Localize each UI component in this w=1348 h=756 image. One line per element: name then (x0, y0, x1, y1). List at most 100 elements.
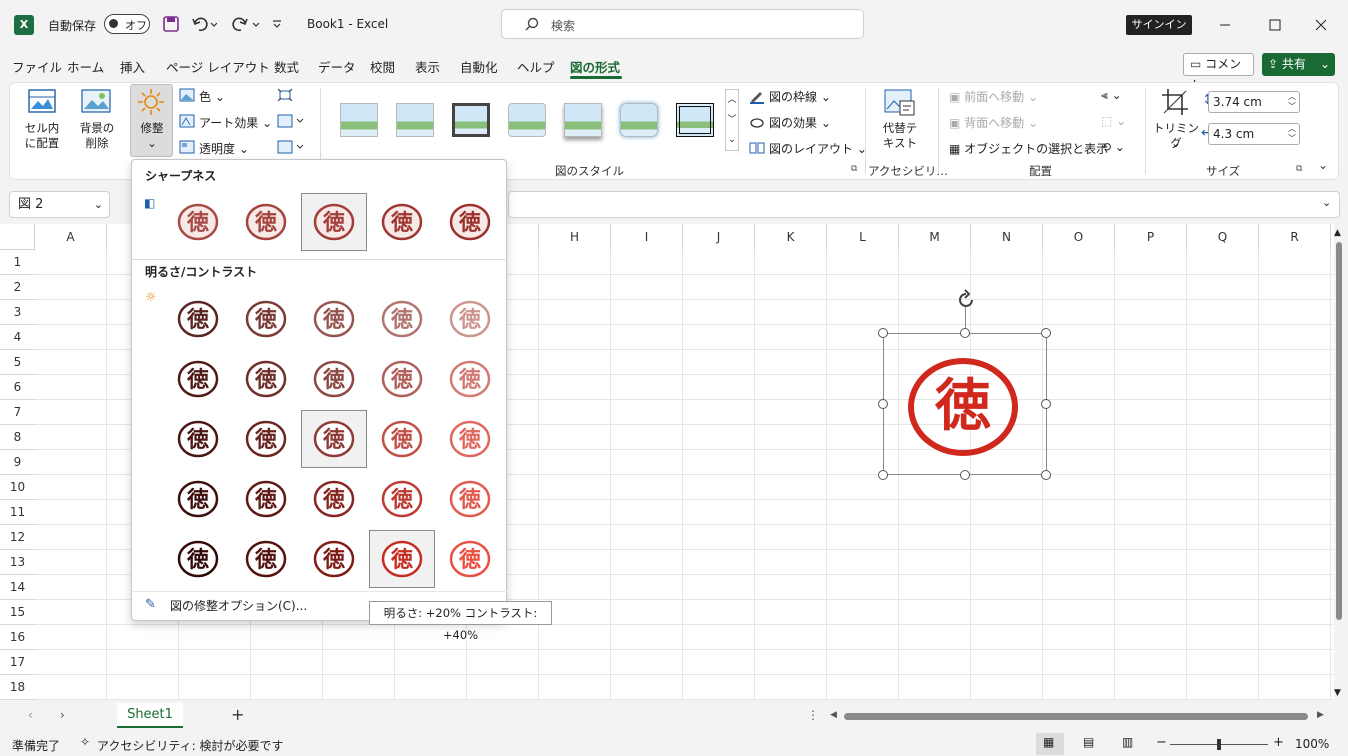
next-sheet-icon[interactable]: › (60, 708, 65, 722)
height-input[interactable]: 3.74 cm ︿ ﹀ (1208, 91, 1300, 113)
picture-style-3[interactable] (452, 103, 490, 137)
column-header-i[interactable]: I (611, 224, 683, 250)
zoom-slider-thumb[interactable] (1217, 739, 1221, 750)
resize-handle-nw[interactable] (878, 328, 888, 338)
comment-button[interactable]: ▭ コメント (1183, 53, 1254, 92)
page-layout-view-icon[interactable]: ▤ (1083, 735, 1094, 749)
brightness-contrast-option[interactable]: 徳 (437, 290, 503, 348)
picture-correction-options-link[interactable]: 図の修整オプション(C)... (170, 597, 307, 614)
tab-home[interactable]: ホーム (67, 57, 104, 76)
scroll-up-icon[interactable]: ▲ (1334, 228, 1341, 238)
close-icon[interactable] (1314, 18, 1328, 32)
zoom-level[interactable]: 100% (1295, 737, 1329, 751)
group-objects-button[interactable]: ⬚ ⌄ (1101, 114, 1126, 128)
sharpness-option[interactable]: 徳 (369, 193, 435, 251)
brightness-contrast-option[interactable]: 徳 (437, 410, 503, 468)
tab-page-layout[interactable]: ページ レイアウト (166, 57, 270, 76)
brightness-contrast-option[interactable]: 徳 (165, 350, 231, 408)
column-header-j[interactable]: J (683, 224, 755, 250)
add-sheet-icon[interactable]: + (231, 705, 244, 724)
name-box[interactable]: 図 2 ⌄ (9, 191, 110, 218)
change-picture-icon[interactable] (277, 114, 305, 128)
alt-text-button[interactable]: 代替テキスト (878, 121, 922, 151)
align-button[interactable]: ⫷ ⌄ (1101, 88, 1122, 103)
tab-insert[interactable]: 挿入 (120, 57, 145, 76)
row-header-7[interactable]: 7 (0, 400, 35, 425)
tab-review[interactable]: 校閲 (370, 57, 395, 76)
tab-data[interactable]: データ (318, 57, 356, 76)
gallery-scroll[interactable]: ︿ ﹀ ⌄ (725, 89, 739, 151)
sheet-tab-sheet1[interactable]: Sheet1 (117, 703, 183, 728)
picture-effects-button[interactable]: 図の効果 ⌄ (769, 114, 831, 131)
row-header-4[interactable]: 4 (0, 325, 35, 350)
brightness-contrast-option[interactable]: 徳 (233, 410, 299, 468)
column-header-l[interactable]: L (827, 224, 899, 250)
column-header-n[interactable]: N (971, 224, 1043, 250)
search-input[interactable]: 検索 (501, 9, 864, 39)
tab-help[interactable]: ヘルプ (517, 57, 555, 76)
row-header-11[interactable]: 11 (0, 500, 35, 525)
expand-formula-bar-icon[interactable]: ⌄ (1322, 196, 1331, 209)
brightness-contrast-option[interactable]: 徳 (369, 470, 435, 528)
brightness-contrast-option[interactable]: 徳 (233, 530, 299, 588)
column-header-h[interactable]: H (539, 224, 611, 250)
picture-style-7[interactable] (676, 103, 714, 137)
autosave-toggle[interactable]: オフ (104, 14, 150, 34)
brightness-contrast-option[interactable]: 徳 (233, 350, 299, 408)
sharpness-option[interactable]: 徳 (233, 193, 299, 251)
brightness-contrast-option[interactable]: 徳 (369, 290, 435, 348)
row-header-1[interactable]: 1 (0, 250, 35, 275)
picture-style-4[interactable] (508, 103, 546, 137)
zoom-in-icon[interactable]: + (1273, 735, 1284, 750)
select-all-corner[interactable] (0, 224, 35, 250)
column-header-k[interactable]: K (755, 224, 827, 250)
save-icon[interactable] (162, 15, 180, 33)
picture-style-1[interactable] (340, 103, 378, 137)
compress-pictures-icon[interactable] (277, 88, 293, 102)
brightness-contrast-option[interactable]: 徳 (165, 470, 231, 528)
dialog-launcher-icon[interactable]: ⧉ (851, 164, 857, 174)
sharpness-option[interactable]: 徳 (301, 193, 367, 251)
row-header-18[interactable]: 18 (0, 675, 35, 700)
row-header-3[interactable]: 3 (0, 300, 35, 325)
row-header-9[interactable]: 9 (0, 450, 35, 475)
sharpness-option[interactable]: 徳 (437, 193, 503, 251)
row-header-14[interactable]: 14 (0, 575, 35, 600)
row-header-13[interactable]: 13 (0, 550, 35, 575)
row-header-12[interactable]: 12 (0, 525, 35, 550)
brightness-contrast-option[interactable]: 徳 (301, 350, 367, 408)
minimize-icon[interactable] (1218, 18, 1232, 32)
horizontal-scroll-thumb[interactable] (844, 713, 1308, 720)
transparency-button[interactable]: 透明度 ⌄ (199, 140, 249, 157)
share-button[interactable]: ⇪ 共有 ⌄ (1262, 53, 1335, 76)
rotate-handle-icon[interactable] (955, 289, 977, 311)
bring-forward-button[interactable]: ▣ 前面へ移動 ⌄ (949, 88, 1038, 105)
brightness-contrast-option[interactable]: 徳 (437, 350, 503, 408)
vertical-scroll-thumb[interactable] (1336, 242, 1342, 620)
customize-toolbar-icon[interactable] (271, 18, 283, 30)
picture-style-2[interactable] (396, 103, 434, 137)
row-header-6[interactable]: 6 (0, 375, 35, 400)
column-header-o[interactable]: O (1043, 224, 1115, 250)
brightness-contrast-option[interactable]: 徳 (369, 410, 435, 468)
picture-style-6[interactable] (620, 103, 658, 137)
resize-handle-ne[interactable] (1041, 328, 1051, 338)
dialog-launcher-icon[interactable]: ⧉ (1296, 164, 1302, 174)
column-header-a[interactable]: A (35, 224, 107, 250)
zoom-out-icon[interactable]: − (1156, 735, 1167, 750)
scroll-right-icon[interactable]: ▶ (1317, 710, 1324, 720)
picture-border-button[interactable]: 図の枠線 ⌄ (769, 88, 831, 105)
brightness-contrast-option[interactable]: 徳 (301, 410, 367, 468)
picture-layout-button[interactable]: 図のレイアウト ⌄ (769, 140, 867, 157)
scroll-left-icon[interactable]: ◀ (830, 710, 837, 720)
brightness-contrast-option[interactable]: 徳 (165, 410, 231, 468)
brightness-contrast-option[interactable]: 徳 (233, 470, 299, 528)
row-header-8[interactable]: 8 (0, 425, 35, 450)
brightness-contrast-option[interactable]: 徳 (437, 530, 503, 588)
more-options-icon[interactable]: ⋮ (807, 708, 819, 722)
tab-formulas[interactable]: 数式 (274, 57, 299, 76)
resize-handle-e[interactable] (1041, 399, 1051, 409)
signin-button[interactable]: サインイン (1126, 15, 1192, 35)
redo-icon[interactable] (229, 15, 261, 33)
brightness-contrast-option[interactable]: 徳 (301, 470, 367, 528)
